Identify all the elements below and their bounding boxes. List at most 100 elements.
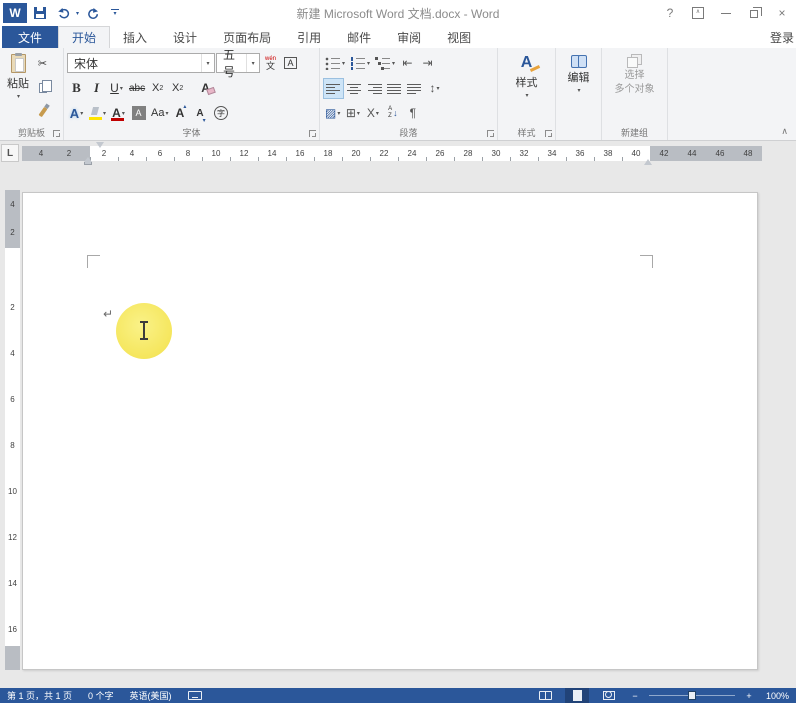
align-left-button[interactable] bbox=[323, 78, 344, 99]
minimize-icon bbox=[721, 13, 731, 14]
language-indicator[interactable]: 英语(美国) bbox=[130, 689, 172, 702]
paragraph-dialog-launcher[interactable] bbox=[487, 130, 494, 137]
word-count-indicator[interactable]: 0 个字 bbox=[88, 689, 114, 702]
repeat-icon bbox=[85, 7, 99, 20]
shading-button[interactable]: ▨▾ bbox=[323, 103, 342, 124]
zoom-level[interactable]: 100% bbox=[763, 691, 789, 701]
read-mode-icon bbox=[539, 691, 552, 700]
format-painter-button[interactable] bbox=[33, 101, 52, 122]
tab-mailings[interactable]: 邮件 bbox=[334, 26, 384, 48]
zoom-out-button[interactable]: − bbox=[629, 691, 641, 701]
underline-button[interactable]: U▾ bbox=[107, 78, 126, 99]
multilevel-list-button[interactable]: ▾ bbox=[373, 53, 397, 74]
bullets-button[interactable]: ▾ bbox=[323, 53, 347, 74]
line-spacing-button[interactable]: ↕▾ bbox=[425, 78, 444, 99]
tab-file[interactable]: 文件 bbox=[2, 26, 58, 48]
clipboard-dialog-launcher[interactable] bbox=[53, 130, 60, 137]
copy-button[interactable] bbox=[33, 77, 52, 98]
chevron-down-icon[interactable]: ▾ bbox=[201, 54, 214, 72]
new-group: 选择 多个对象 新建组 bbox=[602, 48, 668, 140]
phonetic-guide-button[interactable]: wén 文 bbox=[261, 53, 280, 74]
repeat-button[interactable] bbox=[82, 3, 102, 23]
tab-design[interactable]: 设计 bbox=[160, 26, 210, 48]
chevron-down-icon[interactable]: ▾ bbox=[246, 54, 259, 72]
change-case-button[interactable]: Aa▾ bbox=[149, 103, 170, 124]
minimize-button[interactable] bbox=[712, 0, 740, 26]
sign-in-link[interactable]: 登录 bbox=[762, 26, 796, 48]
superscript-button[interactable]: X2 bbox=[168, 78, 187, 99]
customize-quick-access-button[interactable]: ▾ bbox=[105, 3, 125, 23]
align-center-button[interactable] bbox=[345, 78, 364, 99]
sort-button[interactable]: AZ ↓ bbox=[383, 103, 402, 124]
right-indent-marker[interactable] bbox=[644, 159, 652, 165]
help-button[interactable]: ? bbox=[656, 0, 684, 26]
bold-button[interactable]: B bbox=[67, 78, 86, 99]
zoom-slider-thumb[interactable] bbox=[688, 691, 696, 700]
distribute-button[interactable] bbox=[405, 78, 424, 99]
vertical-ruler-text-area: 246810121416 bbox=[5, 248, 20, 646]
undo-dropdown[interactable]: ▾ bbox=[76, 10, 79, 17]
clear-formatting-button[interactable]: A bbox=[196, 78, 215, 99]
tab-page-layout[interactable]: 页面布局 bbox=[210, 26, 284, 48]
styles-dialog-launcher[interactable] bbox=[545, 130, 552, 137]
ribbon-display-options-button[interactable]: ∧ bbox=[684, 0, 712, 26]
enclose-characters-button[interactable]: 字 bbox=[212, 103, 231, 124]
strikethrough-button[interactable]: abc bbox=[127, 78, 147, 99]
align-center-icon bbox=[347, 82, 362, 95]
collapse-ribbon-button[interactable]: ∧ bbox=[781, 126, 788, 137]
tab-home[interactable]: 开始 bbox=[58, 26, 110, 48]
cut-button[interactable]: ✂ bbox=[33, 53, 52, 74]
increase-indent-button[interactable]: ⇥ bbox=[418, 53, 437, 74]
editing-button[interactable]: 编辑 ▾ bbox=[559, 51, 598, 94]
font-dialog-launcher[interactable] bbox=[309, 130, 316, 137]
font-size-select[interactable]: 五号 ▾ bbox=[216, 53, 260, 73]
tab-view[interactable]: 视图 bbox=[434, 26, 484, 48]
paragraph-group: ▾ ▾ ▾ ⇤ ⇥ ↕▾ ▨▾ ⊞▾ X▾ AZ ↓ bbox=[320, 48, 498, 140]
show-hide-marks-button[interactable]: ¶ bbox=[403, 103, 422, 124]
web-layout-button[interactable] bbox=[597, 688, 621, 703]
read-mode-button[interactable] bbox=[533, 688, 557, 703]
subscript-button[interactable]: X2 bbox=[148, 78, 167, 99]
asian-layout-button[interactable]: X▾ bbox=[363, 103, 382, 124]
zoom-in-button[interactable]: + bbox=[743, 691, 755, 701]
character-shading-button[interactable]: A bbox=[129, 103, 148, 124]
save-icon bbox=[34, 7, 46, 19]
tab-stop-selector[interactable]: L bbox=[1, 144, 19, 162]
save-button[interactable] bbox=[30, 3, 50, 23]
decrease-indent-button[interactable]: ⇤ bbox=[398, 53, 417, 74]
justify-button[interactable] bbox=[385, 78, 404, 99]
shrink-font-button[interactable]: A▾ bbox=[192, 103, 211, 124]
zoom-slider[interactable] bbox=[649, 690, 735, 701]
vertical-ruler[interactable]: 42 246810121416 bbox=[5, 190, 20, 670]
document-page[interactable]: ↵ bbox=[22, 192, 758, 670]
tab-references[interactable]: 引用 bbox=[284, 26, 334, 48]
font-color-button[interactable]: A▾ bbox=[109, 103, 128, 124]
word-logo-icon[interactable]: W bbox=[3, 3, 27, 23]
close-button[interactable]: × bbox=[768, 0, 796, 26]
first-line-indent-marker[interactable] bbox=[96, 142, 104, 148]
select-multiple-objects-button[interactable]: 选择 多个对象 bbox=[605, 51, 664, 96]
font-name-select[interactable]: 宋体 ▾ bbox=[67, 53, 215, 73]
highlight-color-button[interactable]: ▾ bbox=[87, 103, 108, 124]
restore-button[interactable] bbox=[740, 0, 768, 26]
numbering-button[interactable]: ▾ bbox=[348, 53, 372, 74]
borders-button[interactable]: ⊞▾ bbox=[343, 103, 362, 124]
undo-button[interactable] bbox=[53, 3, 73, 23]
tab-insert[interactable]: 插入 bbox=[110, 26, 160, 48]
horizontal-ruler[interactable]: 42 246810121416182022242628303234363840 … bbox=[22, 146, 762, 161]
copy-icon bbox=[39, 83, 47, 93]
print-layout-button[interactable] bbox=[565, 688, 589, 703]
keyboard-indicator[interactable] bbox=[188, 691, 202, 700]
text-effects-button[interactable]: A▾ bbox=[67, 103, 86, 124]
align-right-button[interactable] bbox=[365, 78, 384, 99]
character-border-button[interactable]: A bbox=[281, 53, 300, 74]
tab-review[interactable]: 审阅 bbox=[384, 26, 434, 48]
page-number-indicator[interactable]: 第 1 页，共 1 页 bbox=[7, 689, 72, 702]
hanging-indent-marker[interactable] bbox=[84, 157, 92, 165]
select-label-line1: 选择 bbox=[625, 70, 645, 82]
styles-button[interactable]: A 样式 ▾ bbox=[501, 51, 552, 99]
styles-group: A 样式 ▾ 样式 bbox=[498, 48, 556, 140]
grow-font-button[interactable]: A▴ bbox=[172, 103, 191, 124]
italic-button[interactable]: I bbox=[87, 78, 106, 99]
paste-button[interactable]: 粘贴 ▾ bbox=[3, 51, 33, 122]
